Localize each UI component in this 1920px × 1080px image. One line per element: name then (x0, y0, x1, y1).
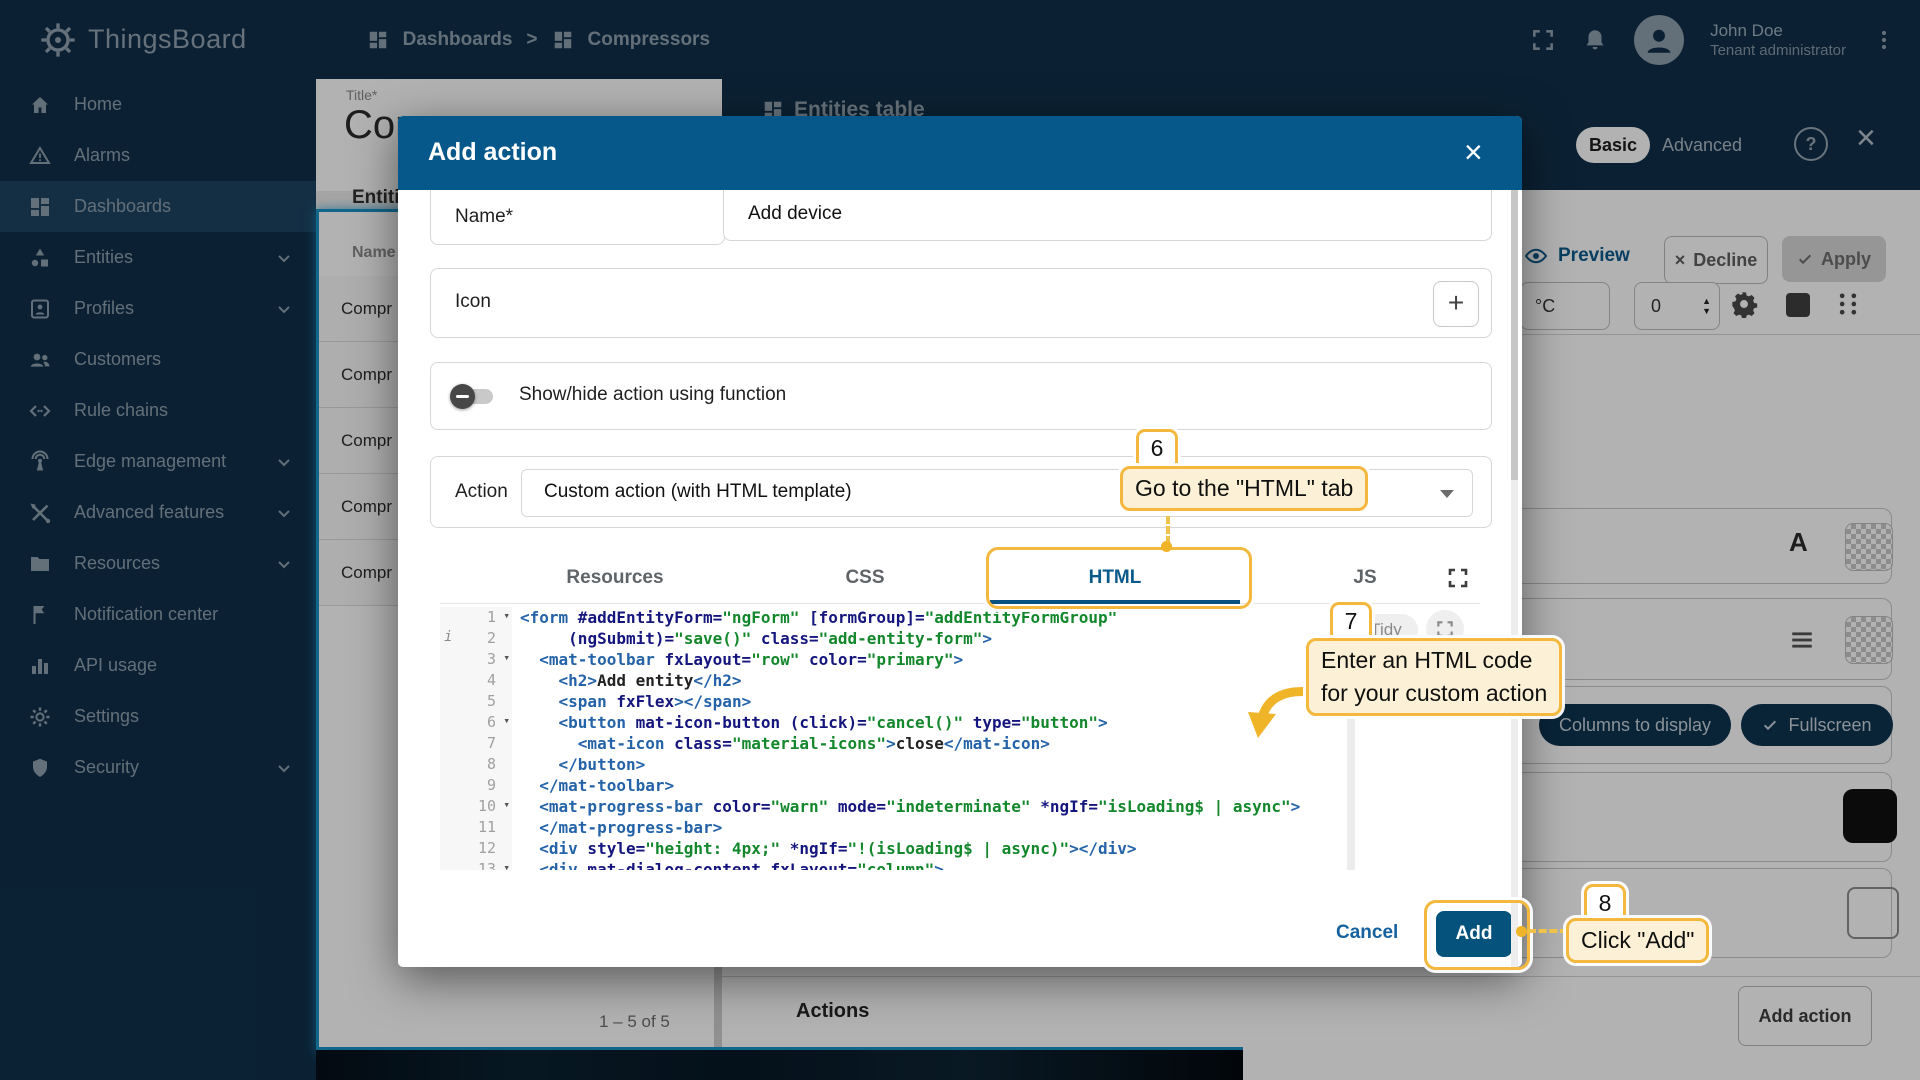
connector-dot-step8 (1516, 926, 1527, 937)
gutter-line-number[interactable]: 12 (440, 838, 512, 859)
gutter-line-number[interactable]: 10 ▾ (440, 796, 512, 817)
dialog-header: Add action × (398, 116, 1522, 190)
dialog-close-icon[interactable]: × (1464, 134, 1483, 170)
gutter-line-number[interactable]: 4 (440, 670, 512, 691)
select-caret-icon (1440, 490, 1454, 498)
connector-dot-step6 (1161, 541, 1172, 552)
gutter-line-number[interactable]: 6 ▾ (440, 712, 512, 733)
icon-field-label: Icon (455, 291, 491, 312)
code-line[interactable]: <div style="height: 4px;" *ngIf="!(isLoa… (520, 838, 1353, 859)
icon-field[interactable]: Icon + (430, 268, 1492, 338)
gutter-line-number[interactable]: 13 ▾ (440, 859, 512, 870)
highlight-add-button (1424, 900, 1530, 970)
code-line[interactable]: <button mat-icon-button (click)="cancel(… (520, 712, 1353, 733)
action-select-value: Custom action (with HTML template) (544, 481, 852, 502)
step-badge-6: 6 (1136, 429, 1178, 471)
code-line[interactable]: <span fxFlex></span> (520, 691, 1353, 712)
code-line[interactable]: <mat-icon class="material-icons">close</… (520, 733, 1353, 754)
tab-css[interactable]: CSS (740, 553, 990, 603)
expand-corners-icon (1435, 619, 1455, 639)
code-line[interactable]: <form #addEntityForm="ngForm" [formGroup… (520, 607, 1353, 628)
html-code-editor[interactable]: 1 ▾ i 2 3 ▾ 4 5 6 ▾ 7 8 9 10 ▾ 11 12 13 ▾ <form #addEntity… (440, 607, 1353, 870)
gutter-line-number[interactable]: 5 (440, 691, 512, 712)
code-line[interactable]: </mat-progress-bar> (520, 817, 1353, 838)
toggle-label: Show/hide action using function (519, 384, 787, 405)
gutter-line-number[interactable]: 8 (440, 754, 512, 775)
cancel-button[interactable]: Cancel (1336, 922, 1398, 944)
code-line[interactable]: </mat-toolbar> (520, 775, 1353, 796)
code-line[interactable]: <div mat-dialog-content fxLayout="column… (520, 859, 1353, 870)
code-line[interactable]: <h2>Add entity</h2> (520, 670, 1353, 691)
editor-code[interactable]: <form #addEntityForm="ngForm" [formGroup… (512, 607, 1353, 870)
gutter-line-number[interactable]: 9 (440, 775, 512, 796)
gutter-line-number[interactable]: i2 (440, 628, 512, 649)
callout-step6: Go to the "HTML" tab (1120, 466, 1369, 511)
editor-tabs: Resources CSS HTML JS (440, 553, 1480, 604)
dialog-title: Add action (428, 138, 558, 166)
tabs-expand-icon[interactable] (1446, 566, 1470, 590)
name-field-label: Name* (455, 206, 514, 227)
highlight-html-tab (986, 547, 1252, 609)
callout-step7: Enter an HTML code for your custom action (1306, 638, 1563, 716)
gutter-line-number[interactable]: 11 (440, 817, 512, 838)
action-field-label: Action (455, 481, 508, 502)
show-hide-toggle[interactable] (450, 384, 493, 409)
gutter-line-number[interactable]: 3 ▾ (440, 649, 512, 670)
fold-arrow-icon[interactable]: ▾ (503, 609, 510, 622)
lint-info-icon: i (444, 629, 453, 645)
show-hide-toggle-row: Show/hide action using function (430, 362, 1492, 430)
name-input[interactable]: Add device (723, 190, 1492, 241)
editor-gutter: 1 ▾ i 2 3 ▾ 4 5 6 ▾ 7 8 9 10 ▾ 11 12 13 ▾ (440, 607, 512, 870)
fold-arrow-icon[interactable]: ▾ (503, 861, 510, 870)
callout-step8: Click "Add" (1566, 918, 1710, 963)
dialog-scrollbar-thumb[interactable] (1511, 190, 1518, 480)
code-line[interactable]: <mat-toolbar fxLayout="row" color="prima… (520, 649, 1353, 670)
code-line[interactable]: (ngSubmit)="save()" class="add-entity-fo… (520, 628, 1353, 649)
gutter-line-number[interactable]: 1 ▾ (440, 607, 512, 628)
connector-step8 (1528, 929, 1568, 933)
code-line[interactable]: <mat-progress-bar color="warn" mode="ind… (520, 796, 1353, 817)
fold-arrow-icon[interactable]: ▾ (503, 714, 510, 727)
gutter-line-number[interactable]: 7 (440, 733, 512, 754)
name-input-value: Add device (748, 203, 843, 224)
add-action-dialog: Add action × Name* Add device Icon + Sho… (398, 116, 1522, 967)
connector-step6 (1166, 506, 1170, 544)
name-field-label-box: Name* (430, 190, 725, 245)
icon-add-button[interactable]: + (1433, 281, 1479, 327)
tab-resources[interactable]: Resources (490, 553, 740, 603)
screen: ThingsBoard Dashboards > Compressors Joh… (0, 0, 1920, 1080)
code-line[interactable]: </button> (520, 754, 1353, 775)
fold-arrow-icon[interactable]: ▾ (503, 798, 510, 811)
toggle-thumb (450, 384, 475, 409)
fold-arrow-icon[interactable]: ▾ (503, 651, 510, 664)
